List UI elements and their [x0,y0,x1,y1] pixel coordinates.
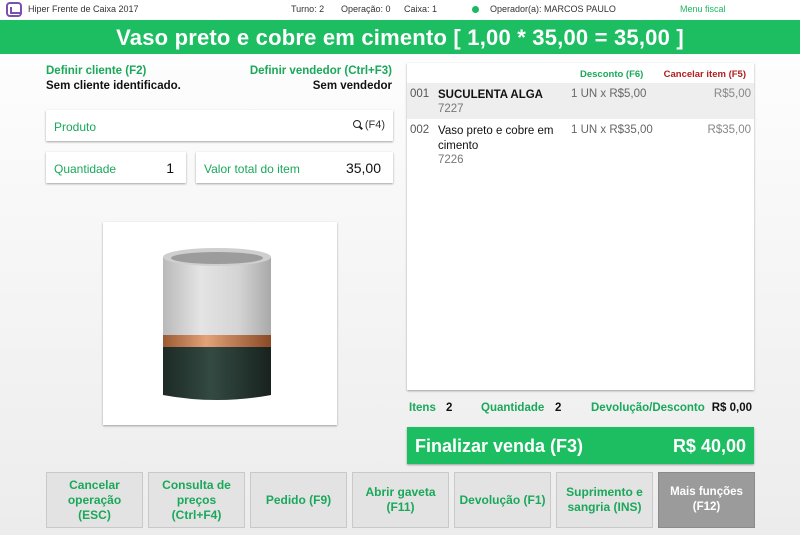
item-number: 002 [410,124,430,136]
operacao-status: Operação: 0 [341,4,391,14]
cancelar-operacao-button[interactable]: Cancelar operação (ESC) [46,472,143,528]
produto-search-button[interactable]: (F4) [352,119,385,131]
devolucao-button[interactable]: Devolução (F1) [454,472,551,528]
current-item-banner: Vaso preto e cobre em cimento [ 1,00 * 3… [0,20,800,54]
operador-status: Operador(a): MARCOS PAULO [490,4,616,14]
definir-cliente-link[interactable]: Definir cliente (F2) [46,65,146,77]
list-item[interactable]: 001 SUCULENTA ALGA 7227 1 UN x R$5,00 R$… [407,83,754,119]
list-item[interactable]: 002 Vaso preto e cobre em cimento 7226 1… [407,119,754,173]
item-name: SUCULENTA ALGA [438,89,543,101]
item-quantity: 1 UN x R$35,00 [571,124,653,136]
app-title: Hiper Frente de Caixa 2017 [28,4,139,14]
item-quantity: 1 UN x R$5,00 [571,88,647,100]
product-image-card [103,222,337,425]
abrir-gaveta-button[interactable]: Abrir gaveta (F11) [352,472,449,528]
produto-search-field[interactable]: Produto (F4) [46,110,393,141]
turno-status: Turno: 2 [291,4,325,14]
sale-items-list: Desconto (F6) Cancelar item (F5) 001 SUC… [407,63,754,390]
devolucao-desconto-value: R$ 0,00 [711,402,752,414]
itens-label: Itens [409,402,436,414]
mais-funcoes-button[interactable]: Mais funções (F12) [658,472,755,528]
finalizar-venda-label: Finalizar venda (F3) [415,436,584,456]
consulta-precos-button[interactable]: Consulta de preços (Ctrl+F4) [148,472,245,528]
suprimento-sangria-button[interactable]: Suprimento e sangria (INS) [556,472,653,528]
devolucao-desconto-label: Devolução/Desconto [591,402,705,414]
product-image [163,248,271,400]
definir-vendedor-link[interactable]: Definir vendedor (Ctrl+F3) [250,65,392,77]
online-status-icon [472,6,479,13]
app-logo-icon [6,2,22,17]
caixa-status: Caixa: 1 [404,4,438,14]
valor-total-label: Valor total do item [204,162,300,176]
valor-total-value: 35,00 [345,160,381,176]
item-code: 7227 [438,103,464,115]
item-price: R$5,00 [713,88,751,100]
quantidade-label: Quantidade [54,162,117,176]
item-number: 001 [410,88,430,100]
quantidade-total-label: Quantidade [481,402,545,414]
desconto-button[interactable]: Desconto (F6) [580,69,643,80]
quantidade-value: 1 [166,160,174,176]
produto-label: Produto [54,120,97,134]
item-code: 7226 [438,154,464,166]
item-name: Vaso preto e cobre em cimento [438,125,554,152]
item-price: R$35,00 [707,124,751,136]
title-bar: Hiper Frente de Caixa 2017 Turno: 2 Oper… [0,0,800,20]
pedido-button[interactable]: Pedido (F9) [250,472,347,528]
menu-fiscal-link[interactable]: Menu fiscal [680,4,726,14]
quantidade-total-value: 2 [555,402,562,414]
itens-value: 2 [446,402,453,414]
quantidade-field[interactable]: Quantidade 1 [46,152,186,183]
valor-total-field: Valor total do item 35,00 [196,152,393,183]
cancelar-item-button[interactable]: Cancelar item (F5) [664,69,746,80]
finalizar-venda-button[interactable]: Finalizar venda (F3) R$ 40,00 [407,427,754,464]
produto-shortcut: (F4) [364,119,385,131]
sale-total: R$ 40,00 [672,436,746,456]
search-icon [352,120,363,130]
vendedor-status: Sem vendedor [312,80,392,92]
cliente-status: Sem cliente identificado. [46,80,181,92]
